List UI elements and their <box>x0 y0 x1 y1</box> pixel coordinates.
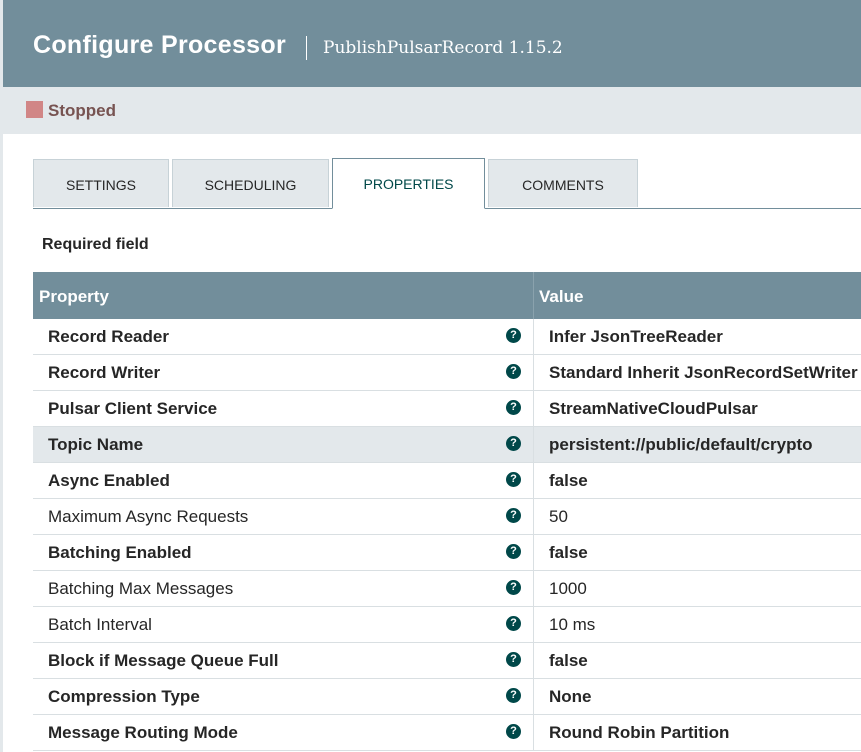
help-icon[interactable]: ? <box>506 328 521 343</box>
tab-properties[interactable]: PROPERTIES <box>332 158 485 209</box>
property-value[interactable]: 50 <box>549 507 568 527</box>
cell-divider <box>533 571 534 606</box>
tab-scheduling[interactable]: SCHEDULING <box>172 159 329 207</box>
help-icon[interactable]: ? <box>506 580 521 595</box>
property-name: Record Writer <box>48 363 161 382</box>
table-row[interactable]: Batching Enabled? false <box>33 535 861 571</box>
property-value[interactable]: None <box>549 687 592 707</box>
stopped-icon <box>26 101 43 118</box>
processor-type-label: PublishPulsarRecord 1.15.2 <box>323 38 563 58</box>
tab-bar: SETTINGS SCHEDULING PROPERTIES COMMENTS <box>33 158 861 209</box>
property-value[interactable]: persistent://public/default/crypto <box>549 435 813 455</box>
cell-divider <box>533 499 534 534</box>
help-icon[interactable]: ? <box>506 472 521 487</box>
cell-divider <box>533 715 534 750</box>
property-value[interactable]: Infer JsonTreeReader <box>549 327 723 347</box>
tab-comments[interactable]: COMMENTS <box>488 159 638 207</box>
tab-settings[interactable]: SETTINGS <box>33 159 169 207</box>
table-row[interactable]: Record Reader? Infer JsonTreeReader <box>33 319 861 355</box>
help-icon[interactable]: ? <box>506 724 521 739</box>
help-icon[interactable]: ? <box>506 508 521 523</box>
help-icon[interactable]: ? <box>506 436 521 451</box>
dialog-title: Configure Processor <box>33 31 286 59</box>
help-icon[interactable]: ? <box>506 400 521 415</box>
table-row[interactable]: Async Enabled? false <box>33 463 861 499</box>
property-value[interactable]: 1000 <box>549 579 587 599</box>
property-name: Maximum Async Requests <box>48 507 249 526</box>
property-name: Pulsar Client Service <box>48 399 218 418</box>
property-value[interactable]: false <box>549 651 588 671</box>
help-icon[interactable]: ? <box>506 652 521 667</box>
cell-divider <box>533 319 534 354</box>
required-field-label: Required field <box>42 236 149 253</box>
property-name: Batching Enabled <box>48 543 192 562</box>
status-label: Stopped <box>48 101 116 120</box>
status-bar: Stopped <box>3 87 861 134</box>
property-name: Topic Name <box>48 435 144 454</box>
property-name: Record Reader <box>48 327 169 346</box>
cell-divider <box>533 355 534 390</box>
cell-divider <box>533 427 534 462</box>
column-header-property[interactable]: Property <box>39 287 109 307</box>
help-icon[interactable]: ? <box>506 688 521 703</box>
table-row[interactable]: Message Routing Mode? Round Robin Partiti… <box>33 715 861 751</box>
table-row[interactable]: Compression Type? None <box>33 679 861 715</box>
table-row[interactable]: Pulsar Client Service? StreamNativeCloudP… <box>33 391 861 427</box>
table-row[interactable]: Batching Max Messages? 1000 <box>33 571 861 607</box>
table-row[interactable]: Maximum Async Requests? 50 <box>33 499 861 535</box>
table-row[interactable]: Batch Interval? 10 ms <box>33 607 861 643</box>
configure-processor-dialog: Configure Processor PublishPulsarRecord … <box>3 0 861 752</box>
cell-divider <box>533 463 534 498</box>
property-value[interactable]: Round Robin Partition <box>549 723 729 743</box>
column-header-value[interactable]: Value <box>539 287 583 307</box>
properties-table: Property Value Record Reader? Infer JsonT… <box>33 272 861 751</box>
cell-divider <box>533 391 534 426</box>
property-value[interactable]: StreamNativeCloudPulsar <box>549 399 758 419</box>
cell-divider <box>533 607 534 642</box>
property-name: Block if Message Queue Full <box>48 651 279 670</box>
property-name: Message Routing Mode <box>48 723 238 742</box>
table-row[interactable]: Record Writer? Standard Inherit JsonRecor… <box>33 355 861 391</box>
table-row[interactable]: Block if Message Queue Full? false <box>33 643 861 679</box>
dialog-header: Configure Processor PublishPulsarRecord … <box>3 0 861 87</box>
cell-divider <box>533 679 534 714</box>
property-value[interactable]: false <box>549 543 588 563</box>
header-divider <box>306 36 307 60</box>
cell-divider <box>533 643 534 678</box>
help-icon[interactable]: ? <box>506 616 521 631</box>
table-body: Record Reader? Infer JsonTreeReader Record… <box>33 319 861 751</box>
table-header: Property Value <box>33 272 861 319</box>
property-value[interactable]: 10 ms <box>549 615 595 635</box>
column-divider <box>533 272 534 319</box>
property-name: Async Enabled <box>48 471 170 490</box>
help-icon[interactable]: ? <box>506 364 521 379</box>
help-icon[interactable]: ? <box>506 544 521 559</box>
property-name: Batch Interval <box>48 615 152 634</box>
cell-divider <box>533 535 534 570</box>
property-value[interactable]: Standard Inherit JsonRecordSetWriter <box>549 363 858 383</box>
property-value[interactable]: false <box>549 471 588 491</box>
property-name: Compression Type <box>48 687 200 706</box>
table-row[interactable]: Topic Name? persistent://public/default/c… <box>33 427 861 463</box>
property-name: Batching Max Messages <box>48 579 234 598</box>
